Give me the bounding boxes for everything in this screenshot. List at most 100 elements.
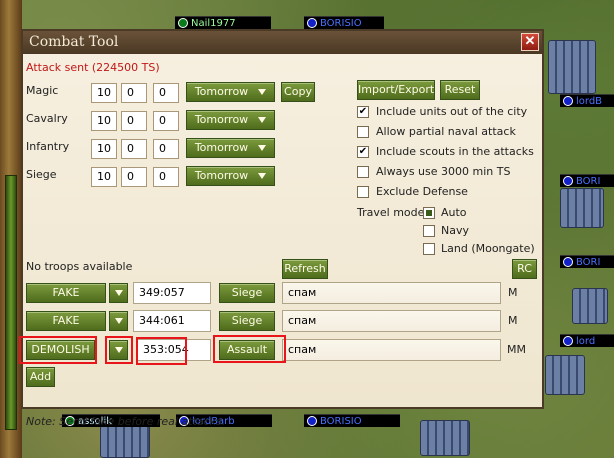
player-status-icon xyxy=(307,18,317,28)
attack-note-field[interactable]: спам xyxy=(282,310,501,332)
map-player-tag[interactable]: lord xyxy=(560,334,614,347)
radio-label: Auto xyxy=(441,206,467,219)
no-troops-text: No troops available xyxy=(26,260,133,273)
radio-label: Navy xyxy=(441,224,469,237)
checkbox-unchecked-icon[interactable] xyxy=(357,126,369,138)
magic-input-2[interactable]: 0 xyxy=(121,83,147,103)
chevron-down-icon xyxy=(258,89,267,95)
import-export-button[interactable]: Import/Export xyxy=(357,80,435,100)
chevron-down-icon xyxy=(114,290,123,296)
combat-tool-dialog: Combat Tool ✕ Attack sent (224500 TS) Ma… xyxy=(19,29,544,428)
reset-button[interactable]: Reset xyxy=(440,80,480,100)
attack-status-text: Attack sent (224500 TS) xyxy=(26,61,160,74)
footer-note: Note: Send fake before real attacks. xyxy=(26,415,226,428)
map-player-tag[interactable]: lordB xyxy=(560,94,614,107)
attack-suffix: MM xyxy=(507,343,526,356)
target-coords-field[interactable]: 344:061 xyxy=(133,310,211,332)
player-name: Nail1977 xyxy=(191,18,236,29)
attack-type-dropdown[interactable]: FAKE xyxy=(26,283,106,303)
chevron-down-icon xyxy=(258,117,267,123)
troop-label-magic: Magic xyxy=(26,84,59,97)
player-status-icon xyxy=(563,96,573,106)
attack-note-field[interactable]: спам xyxy=(282,282,501,304)
infantry-day-dropdown[interactable]: Tomorrow xyxy=(186,138,275,158)
dropdown-label: Tomorrow xyxy=(194,169,249,182)
player-status-icon xyxy=(563,257,573,267)
dialog-content: Attack sent (224500 TS) Magic 10 0 0 Tom… xyxy=(19,54,542,428)
magic-input-3[interactable]: 0 xyxy=(153,83,179,103)
map-player-tag[interactable]: BORISIO xyxy=(304,16,384,29)
player-name: BORI xyxy=(576,176,601,187)
checkbox-checked-icon[interactable]: ✔ xyxy=(357,106,369,118)
add-attack-button[interactable]: Add xyxy=(26,367,55,387)
cavalry-input-3[interactable]: 0 xyxy=(153,111,179,131)
map-player-tag[interactable]: BORI xyxy=(560,255,614,268)
radio-unselected-icon[interactable] xyxy=(423,225,435,237)
magic-input-1[interactable]: 10 xyxy=(91,83,117,103)
cavalry-input-2[interactable]: 0 xyxy=(121,111,147,131)
dropdown-label: Tomorrow xyxy=(194,85,249,98)
castle-icon xyxy=(560,188,604,228)
castle-icon xyxy=(545,355,585,395)
player-status-icon xyxy=(178,18,188,28)
player-name: BORI xyxy=(576,257,601,268)
troop-label-infantry: Infantry xyxy=(26,140,70,153)
copy-button[interactable]: Copy xyxy=(281,82,315,102)
dialog-titlebar[interactable]: Combat Tool ✕ xyxy=(23,31,542,54)
highlight-chevron xyxy=(105,336,133,364)
attack-type-chevron[interactable] xyxy=(109,311,128,331)
checkbox-checked-icon[interactable]: ✔ xyxy=(357,146,369,158)
option-label: Always use 3000 min TS xyxy=(376,165,511,178)
option-label: Allow partial naval attack xyxy=(376,125,516,138)
progress-bar xyxy=(5,175,17,430)
highlight-assault xyxy=(213,335,286,363)
attack-type-dropdown[interactable]: FAKE xyxy=(26,311,106,331)
castle-icon xyxy=(100,425,150,458)
map-player-tag[interactable]: BORISIO xyxy=(304,414,400,427)
checkbox-unchecked-icon[interactable] xyxy=(357,186,369,198)
player-name: BORISIO xyxy=(320,416,362,427)
dropdown-label: Tomorrow xyxy=(194,113,249,126)
cavalry-day-dropdown[interactable]: Tomorrow xyxy=(186,110,275,130)
siege-input-2[interactable]: 0 xyxy=(121,167,147,187)
dropdown-label: Tomorrow xyxy=(194,141,249,154)
troop-label-siege: Siege xyxy=(26,168,57,181)
player-name: lordB xyxy=(576,96,603,107)
map-player-tag[interactable]: Nail1977 xyxy=(175,16,271,29)
highlight-demolish xyxy=(19,336,97,364)
radio-unselected-icon[interactable] xyxy=(423,243,435,255)
refresh-button[interactable]: Refresh xyxy=(282,259,328,279)
cavalry-input-1[interactable]: 10 xyxy=(91,111,117,131)
radio-label: Land (Moongate) xyxy=(441,242,535,255)
castle-icon xyxy=(548,40,596,94)
castle-icon xyxy=(572,288,608,324)
option-label: Include units out of the city xyxy=(376,105,528,118)
attack-action-button[interactable]: Siege xyxy=(219,311,275,331)
magic-day-dropdown[interactable]: Tomorrow xyxy=(186,82,275,102)
player-status-icon xyxy=(563,336,573,346)
target-coords-field[interactable]: 349:057 xyxy=(133,282,211,304)
siege-input-1[interactable]: 10 xyxy=(91,167,117,187)
infantry-input-2[interactable]: 0 xyxy=(121,139,147,159)
option-label: Include scouts in the attacks xyxy=(376,145,534,158)
checkbox-unchecked-icon[interactable] xyxy=(357,166,369,178)
siege-input-3[interactable]: 0 xyxy=(153,167,179,187)
troop-label-cavalry: Cavalry xyxy=(26,112,68,125)
infantry-input-3[interactable]: 0 xyxy=(153,139,179,159)
rc-button[interactable]: RC xyxy=(512,259,537,279)
player-status-icon xyxy=(563,176,573,186)
infantry-input-1[interactable]: 10 xyxy=(91,139,117,159)
castle-icon xyxy=(420,420,470,456)
siege-day-dropdown[interactable]: Tomorrow xyxy=(186,166,275,186)
close-icon[interactable]: ✕ xyxy=(521,33,539,51)
player-name: BORISIO xyxy=(320,18,362,29)
map-left-panel xyxy=(0,0,22,458)
radio-selected-icon[interactable] xyxy=(423,207,435,219)
player-status-icon xyxy=(307,416,317,426)
attack-action-button[interactable]: Siege xyxy=(219,283,275,303)
attack-note-field[interactable]: спам xyxy=(282,339,501,361)
map-player-tag[interactable]: BORI xyxy=(560,174,614,187)
attack-type-chevron[interactable] xyxy=(109,283,128,303)
chevron-down-icon xyxy=(258,173,267,179)
chevron-down-icon xyxy=(258,145,267,151)
